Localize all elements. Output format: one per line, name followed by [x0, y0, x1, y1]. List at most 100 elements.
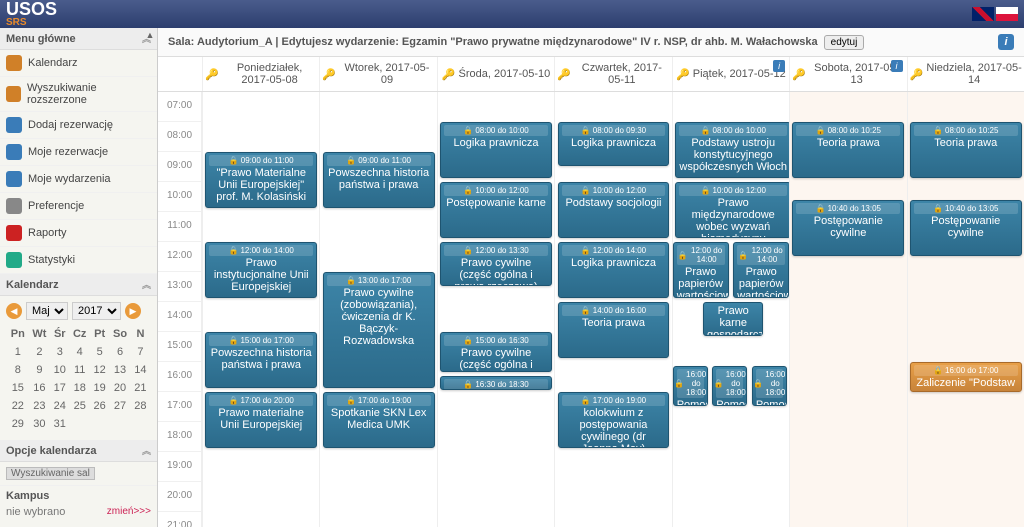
- calendar-event[interactable]: 🔒10:00 do 12:00Prawo międzynarodowe wobe…: [675, 182, 791, 238]
- lock-icon: 🔒: [738, 251, 748, 260]
- cal-day[interactable]: 18: [70, 380, 89, 396]
- sidebar-item-6[interactable]: Raporty: [0, 220, 157, 247]
- calendar-event[interactable]: 🔒16:00 do 18:00Pomoc: [752, 366, 787, 406]
- cal-day[interactable]: 15: [8, 380, 28, 396]
- calendar-event[interactable]: 🔒10:00 do 12:00Postępowanie karne: [440, 182, 552, 238]
- cal-day[interactable]: 4: [70, 344, 89, 360]
- search-rooms-item[interactable]: Wyszukiwanie sal: [0, 462, 157, 486]
- calendar-event[interactable]: 🔒08:00 do 09:30Logika prawnicza: [558, 122, 670, 166]
- cal-day[interactable]: 19: [91, 380, 108, 396]
- calendar-event[interactable]: 🔒10:00 do 12:00Podstawy socjologii: [558, 182, 670, 238]
- cal-day[interactable]: [110, 416, 130, 432]
- sidebar-item-5[interactable]: Preferencje: [0, 193, 157, 220]
- event-title: Teoria prawa: [796, 137, 900, 149]
- cal-day[interactable]: 24: [51, 398, 68, 414]
- year-select[interactable]: 2017: [72, 302, 121, 320]
- sidebar-item-2[interactable]: Dodaj rezerwację: [0, 112, 157, 139]
- edit-button[interactable]: edytuj: [824, 35, 865, 50]
- calendar-event[interactable]: 🔒17:00 do 19:00kolokwium z postępowania …: [558, 392, 670, 448]
- cal-day[interactable]: 3: [51, 344, 68, 360]
- key-icon: 🔑: [676, 68, 690, 81]
- calendar-event[interactable]: 🔒08:00 do 10:25Teoria prawa: [792, 122, 904, 178]
- calendar-event[interactable]: 🔒16:30 do 18:30: [440, 376, 552, 390]
- calendar-event[interactable]: 🔒08:00 do 10:00Logika prawnicza: [440, 122, 552, 178]
- lock-icon: 🔒: [581, 246, 591, 255]
- cal-day[interactable]: 11: [70, 362, 89, 378]
- calendar-event[interactable]: 🔒08:00 do 10:00Podstawy ustroju konstytu…: [675, 122, 791, 178]
- calendar-grid[interactable]: 07:0008:0009:0010:0011:0012:0013:0014:00…: [158, 92, 1024, 527]
- cal-day[interactable]: 22: [8, 398, 28, 414]
- event-title: Logika prawnicza: [562, 257, 666, 269]
- info-icon[interactable]: i: [998, 34, 1014, 50]
- calendar-event[interactable]: 🔒09:00 do 11:00"Prawo Materialne Unii Eu…: [205, 152, 317, 208]
- lock-icon: 🔒: [229, 396, 239, 405]
- calendar-heading[interactable]: Kalendarz︽: [0, 274, 157, 296]
- cal-day[interactable]: [91, 416, 108, 432]
- calendar-event[interactable]: 🔒14:00 do 16:00Teoria prawa: [558, 302, 670, 358]
- cal-day[interactable]: 12: [91, 362, 108, 378]
- info-badge-icon[interactable]: i: [773, 60, 785, 72]
- calendar-event[interactable]: 🔒12:00 do 14:00Prawo instytucjonalne Uni…: [205, 242, 317, 298]
- cal-day[interactable]: 6: [110, 344, 130, 360]
- cal-day[interactable]: 26: [91, 398, 108, 414]
- menu-heading[interactable]: Menu główne︽: [0, 28, 157, 50]
- calendar-event[interactable]: 🔒16:00 do 18:00Pomoc: [673, 366, 708, 406]
- calendar-event[interactable]: 🔒16:00 do 18:00Pomoc: [712, 366, 747, 406]
- flag-pl-icon[interactable]: [996, 7, 1018, 21]
- cal-day[interactable]: [70, 416, 89, 432]
- cal-day[interactable]: 31: [51, 416, 68, 432]
- cal-day[interactable]: 30: [30, 416, 50, 432]
- scroll-up-icon[interactable]: ▲: [146, 30, 155, 40]
- sidebar-item-7[interactable]: Statystyki: [0, 247, 157, 274]
- event-title: Pomoc: [677, 399, 704, 406]
- flag-uk-icon[interactable]: [972, 7, 994, 21]
- prev-month-icon[interactable]: ◀: [6, 303, 22, 319]
- cal-day[interactable]: 20: [110, 380, 130, 396]
- calendar-event[interactable]: 🔒12:00 do 14:00Prawo papierów wartościow…: [673, 242, 729, 298]
- lock-icon: 🔒: [701, 186, 711, 195]
- cal-day[interactable]: 17: [51, 380, 68, 396]
- cal-day[interactable]: 10: [51, 362, 68, 378]
- info-badge-icon[interactable]: i: [891, 60, 903, 72]
- calendar-event[interactable]: 🔒08:00 do 10:25Teoria prawa: [910, 122, 1022, 178]
- cal-day[interactable]: 5: [91, 344, 108, 360]
- calendar-event[interactable]: 🔒13:00 do 17:00Prawo cywilne (zobowiązan…: [323, 272, 435, 388]
- cal-day[interactable]: 29: [8, 416, 28, 432]
- lock-icon: 🔒: [463, 336, 473, 345]
- sidebar-scrollbar[interactable]: ▲: [143, 28, 157, 527]
- calendar-event[interactable]: 🔒15:00 do 17:00Powszechna historia państ…: [205, 332, 317, 388]
- calendar-event[interactable]: 🔒16:00 do 17:00Zaliczenie "Podstaw: [910, 362, 1022, 392]
- month-select[interactable]: Maj: [26, 302, 68, 320]
- key-icon: 🔑: [205, 68, 219, 81]
- event-title: kolokwium z postępowania cywilnego (dr J…: [562, 407, 666, 448]
- time-label: 09:00: [158, 152, 201, 182]
- menu-icon: [6, 225, 22, 241]
- event-title: Powszechna historia państwa i prawa: [327, 167, 431, 191]
- cal-day[interactable]: 13: [110, 362, 130, 378]
- calendar-event[interactable]: 🔒09:00 do 11:00Powszechna historia państ…: [323, 152, 435, 208]
- cal-day[interactable]: 1: [8, 344, 28, 360]
- next-month-icon[interactable]: ▶: [125, 303, 141, 319]
- calendar-event[interactable]: 🔒17:00 do 20:00Prawo materialne Unii Eur…: [205, 392, 317, 448]
- cal-day[interactable]: 25: [70, 398, 89, 414]
- calendar-event[interactable]: 🔒12:00 do 13:30Prawo cywilne (część ogól…: [440, 242, 552, 286]
- cal-day[interactable]: 16: [30, 380, 50, 396]
- sidebar-item-1[interactable]: Wyszukiwanie rozszerzone: [0, 77, 157, 112]
- calendar-event[interactable]: 🔒12:00 do 14:00Logika prawnicza: [558, 242, 670, 298]
- options-heading[interactable]: Opcje kalendarza︽: [0, 440, 157, 462]
- cal-day[interactable]: 9: [30, 362, 50, 378]
- calendar-event[interactable]: 🔒12:00 do 14:00Prawo papierów wartościow…: [733, 242, 789, 298]
- time-label: 11:00: [158, 212, 201, 242]
- calendar-event[interactable]: 🔒15:00 do 16:30Prawo cywilne (część ogól…: [440, 332, 552, 372]
- calendar-event[interactable]: 🔒17:00 do 19:00Spotkanie SKN Lex Medica …: [323, 392, 435, 448]
- sidebar-item-4[interactable]: Moje wydarzenia: [0, 166, 157, 193]
- sidebar-item-3[interactable]: Moje rezerwacje: [0, 139, 157, 166]
- sidebar-item-0[interactable]: Kalendarz: [0, 50, 157, 77]
- calendar-event[interactable]: 🔒10:40 do 13:05Postępowanie cywilne: [792, 200, 904, 256]
- calendar-event[interactable]: 🔒10:40 do 13:05Postępowanie cywilne: [910, 200, 1022, 256]
- cal-day[interactable]: 23: [30, 398, 50, 414]
- cal-day[interactable]: 2: [30, 344, 50, 360]
- cal-day[interactable]: 8: [8, 362, 28, 378]
- cal-day[interactable]: 27: [110, 398, 130, 414]
- calendar-event[interactable]: Prawo karne gospodarcze: [703, 302, 764, 336]
